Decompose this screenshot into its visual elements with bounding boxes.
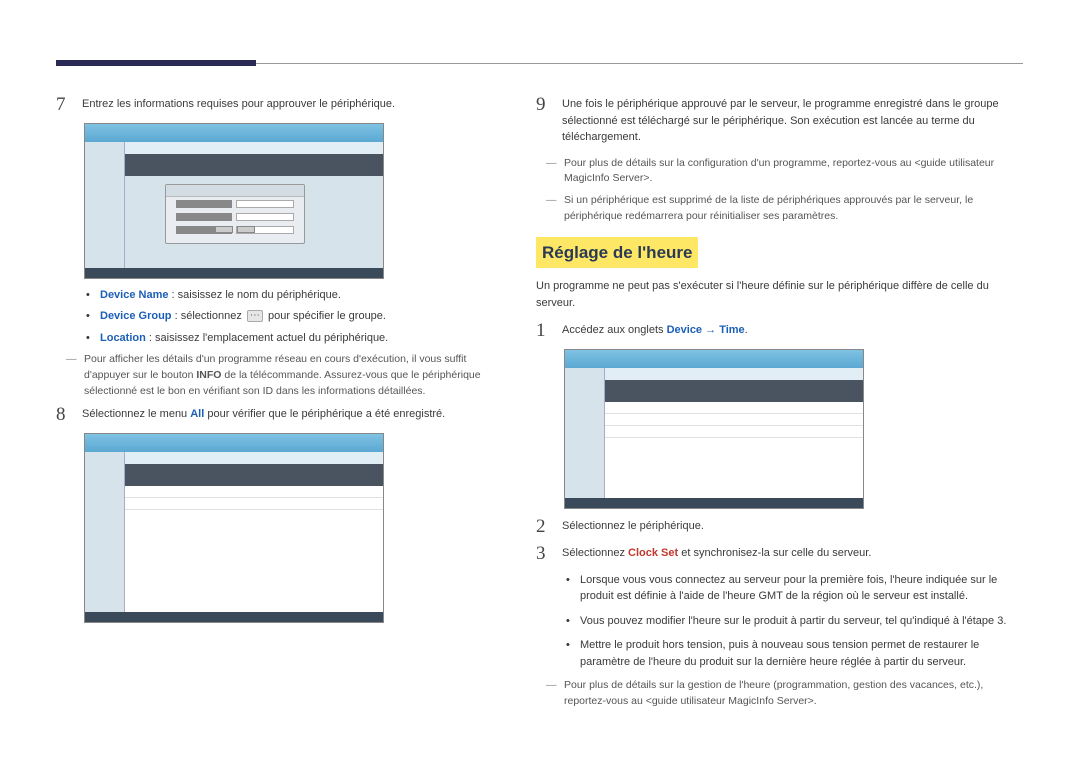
label: Device Name xyxy=(100,289,169,301)
bullet-device-group: Device Group : sélectionnez pour spécifi… xyxy=(86,308,511,325)
note-program-config: Pour plus de détails sur la configuratio… xyxy=(536,156,1026,188)
step-7-text: Entrez les informations requises pour ap… xyxy=(82,96,511,113)
rest: : saisissez le nom du périphérique. xyxy=(169,289,341,301)
step-text: Une fois le périphérique approuvé par le… xyxy=(562,95,1026,150)
section-heading-time: Réglage de l'heure xyxy=(536,231,1026,275)
label: Device Group xyxy=(100,310,172,322)
header-line xyxy=(256,63,1023,64)
screenshot-device-time xyxy=(564,349,864,509)
label: Location xyxy=(100,332,146,344)
time-sub-bullets: Lorsque vous vous connectez au serveur p… xyxy=(566,572,1026,671)
step-text: Entrez les informations requises pour ap… xyxy=(82,95,511,117)
sub-bullet-3: Mettre le produit hors tension, puis à n… xyxy=(566,637,1026,670)
step-1-text: Accédez aux onglets Device → Time. xyxy=(562,322,1026,339)
page-body: 7 Entrez les informations requises pour … xyxy=(56,95,1026,716)
screenshot-all-menu xyxy=(84,433,384,623)
screenshot-approve-dialog xyxy=(84,123,384,279)
sub-bullet-1: Lorsque vous vous connectez au serveur p… xyxy=(566,572,1026,605)
rest-pre: : sélectionnez xyxy=(172,310,245,322)
device-link: Device xyxy=(667,324,702,336)
left-column: 7 Entrez les informations requises pour … xyxy=(56,95,511,631)
step-8: 8 Sélectionnez le menu All pour vérifier… xyxy=(56,405,511,427)
note-time-management: Pour plus de détails sur la gestion de l… xyxy=(536,678,1026,710)
rest-post: pour spécifier le groupe. xyxy=(265,310,386,322)
step-8-text: Sélectionnez le menu All pour vérifier q… xyxy=(82,406,511,423)
step-3-time: 3 Sélectionnez Clock Set et synchronisez… xyxy=(536,544,1026,566)
note-info-button: Pour afficher les détails d'un programme… xyxy=(56,352,511,399)
time-link: Time xyxy=(719,324,744,336)
header-accent-bar xyxy=(56,60,256,66)
step-number: 9 xyxy=(536,95,550,150)
step-number: 8 xyxy=(56,405,70,427)
step-text: Accédez aux onglets Device → Time. xyxy=(562,321,1026,343)
step-9: 9 Une fois le périphérique approuvé par … xyxy=(536,95,1026,150)
ellipsis-button-icon xyxy=(247,310,263,322)
heading-time: Réglage de l'heure xyxy=(536,237,698,269)
sub-bullet-2: Vous pouvez modifier l'heure sur le prod… xyxy=(566,613,1026,630)
step-3-text: Sélectionnez Clock Set et synchronisez-l… xyxy=(562,545,1026,562)
step-text: Sélectionnez le menu All pour vérifier q… xyxy=(82,405,511,427)
note-text: Pour afficher les détails d'un programme… xyxy=(84,353,481,397)
step-2-time: 2 Sélectionnez le périphérique. xyxy=(536,517,1026,539)
step-1-time: 1 Accédez aux onglets Device → Time. xyxy=(536,321,1026,343)
time-intro: Un programme ne peut pas s'exécuter si l… xyxy=(536,278,1026,311)
step-7: 7 Entrez les informations requises pour … xyxy=(56,95,511,117)
step-number: 7 xyxy=(56,95,70,117)
all-link: All xyxy=(190,408,204,420)
clock-set-link: Clock Set xyxy=(628,547,678,559)
step-number: 2 xyxy=(536,517,550,539)
rest: : saisissez l'emplacement actuel du péri… xyxy=(146,332,388,344)
step-text: Sélectionnez le périphérique. xyxy=(562,517,1026,539)
note-device-removed: Si un périphérique est supprimé de la li… xyxy=(536,193,1026,225)
bullet-location: Location : saisissez l'emplacement actue… xyxy=(86,330,511,347)
step-2-text: Sélectionnez le périphérique. xyxy=(562,518,1026,535)
step-text: Sélectionnez Clock Set et synchronisez-l… xyxy=(562,544,1026,566)
step-number: 3 xyxy=(536,544,550,566)
bullet-device-name: Device Name : saisissez le nom du périph… xyxy=(86,287,511,304)
step-number: 1 xyxy=(536,321,550,343)
step-9-text: Une fois le périphérique approuvé par le… xyxy=(562,96,1026,146)
step-7-bullets: Device Name : saisissez le nom du périph… xyxy=(86,287,511,347)
right-column: 9 Une fois le périphérique approuvé par … xyxy=(536,95,1026,716)
info-label: INFO xyxy=(196,369,221,381)
